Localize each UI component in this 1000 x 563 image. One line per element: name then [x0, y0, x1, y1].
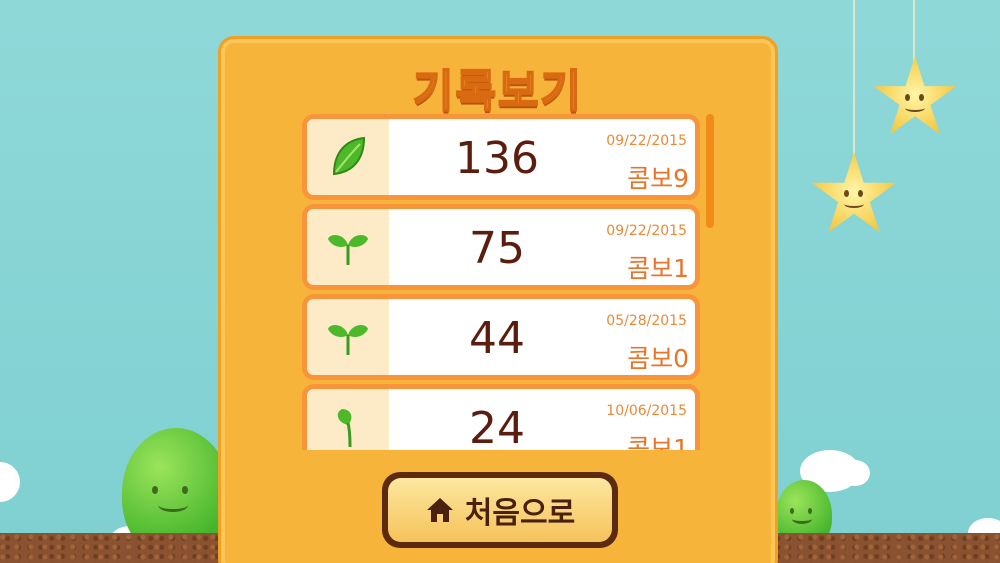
cloud-left [0, 462, 20, 502]
record-combo: 콤보0 [627, 344, 689, 373]
record-date: 10/06/2015 [606, 403, 687, 419]
seedling-icon [337, 409, 352, 447]
record-combo: 콤보1 [627, 254, 689, 283]
two-leaf-sprout-icon [328, 235, 368, 265]
records-scrollbar[interactable] [706, 114, 714, 450]
leaf-icon [332, 136, 366, 176]
record-score: 44 [469, 313, 525, 364]
record-score: 75 [469, 223, 525, 274]
character-eye [182, 486, 188, 494]
record-score: 24 [469, 403, 525, 450]
record-combo: 콤보1 [627, 434, 689, 450]
home-button-label: 처음으로 [464, 496, 576, 531]
record-icon-cell [307, 299, 389, 375]
record-icon-cell [307, 119, 389, 195]
records-list[interactable]: 136 09/22/2015 콤보9 75 09/22/2015 콤보1 44 … [302, 114, 700, 450]
list-item[interactable]: 75 09/22/2015 콤보1 [302, 204, 700, 290]
character-eye [152, 486, 158, 494]
list-item[interactable]: 44 05/28/2015 콤보0 [302, 294, 700, 380]
home-icon [426, 498, 453, 522]
character-smile [158, 498, 188, 512]
list-item[interactable]: 24 10/06/2015 콤보1 [302, 384, 700, 450]
scrollbar-thumb[interactable] [706, 114, 714, 228]
record-icon-cell [307, 389, 389, 450]
page-title: 기록보기 [412, 65, 583, 118]
home-button-face[interactable]: 처음으로 [388, 478, 612, 542]
character-smile [792, 514, 812, 524]
hanging-star-lower [811, 152, 897, 233]
star-string [913, 0, 915, 66]
record-score: 136 [455, 133, 539, 184]
record-date: 05/28/2015 [606, 313, 687, 329]
star-string [853, 0, 855, 160]
home-button[interactable]: 처음으로 [382, 472, 618, 548]
record-date: 09/22/2015 [606, 133, 687, 149]
two-leaf-sprout-icon [328, 325, 368, 355]
cloud-right-small [840, 460, 870, 486]
record-combo: 콤보9 [627, 164, 689, 193]
record-icon-cell [307, 209, 389, 285]
hanging-star-upper [873, 56, 957, 135]
record-date: 09/22/2015 [606, 223, 687, 239]
list-item[interactable]: 136 09/22/2015 콤보9 [302, 114, 700, 200]
